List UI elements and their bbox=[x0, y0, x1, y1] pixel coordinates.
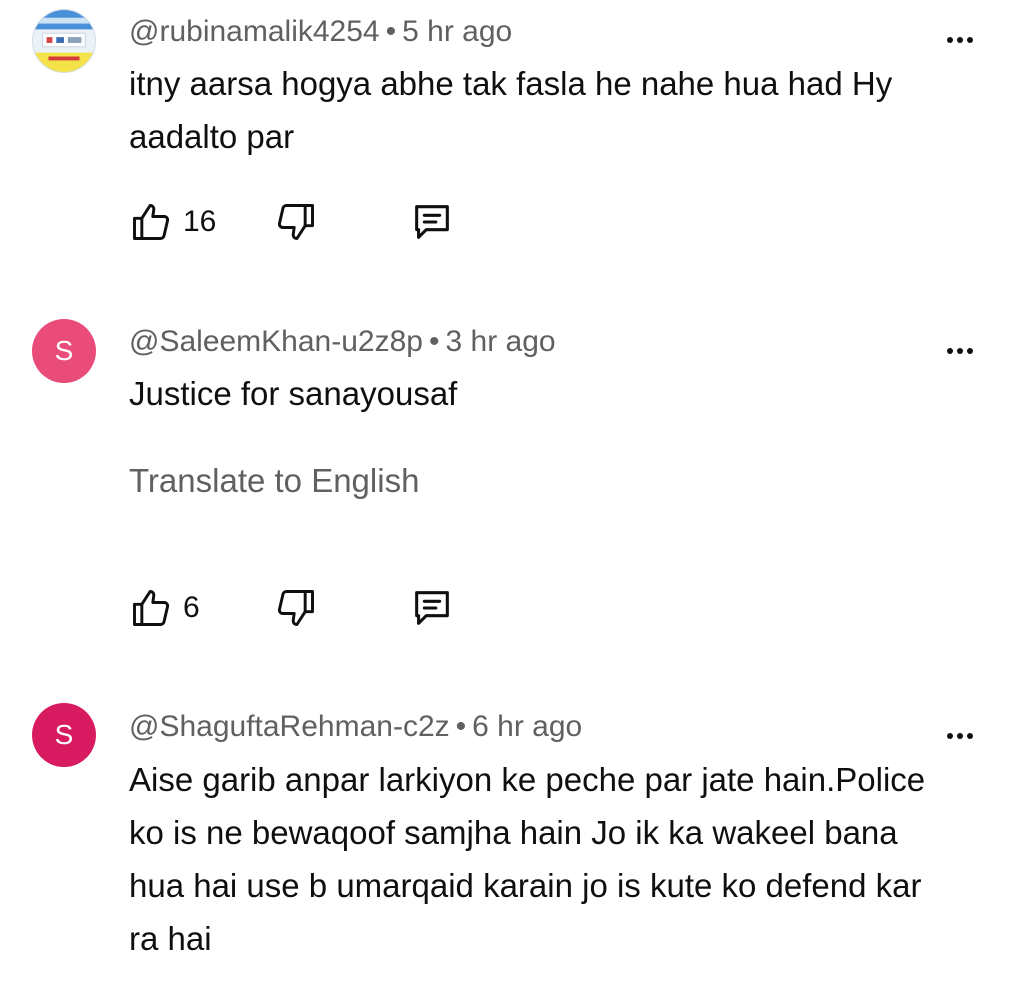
like-count: 6 bbox=[183, 591, 200, 624]
avatar[interactable] bbox=[32, 9, 96, 73]
comment-text: Justice for sanayousaf bbox=[129, 375, 458, 412]
comment-actions: 6 bbox=[129, 584, 489, 632]
reply-comment-icon bbox=[409, 199, 455, 245]
separator-dot: • bbox=[385, 15, 397, 48]
avatar-image bbox=[33, 10, 95, 72]
comment-time[interactable]: 6 hr ago bbox=[472, 710, 582, 743]
thumbs-up-icon bbox=[129, 200, 173, 244]
thumbs-down-icon bbox=[274, 200, 318, 244]
like-button[interactable]: 6 bbox=[129, 584, 200, 632]
dislike-button[interactable] bbox=[274, 198, 318, 246]
dislike-button[interactable] bbox=[274, 584, 318, 632]
comment-item: S @SaleemKhan-u2z8p • 3 hr ago Justice for… bbox=[0, 300, 1024, 680]
thumbs-up-icon bbox=[129, 586, 173, 630]
comment-text: itny aarsa hogya abhe tak fasla he nahe … bbox=[129, 65, 893, 155]
avatar[interactable]: S bbox=[32, 703, 96, 767]
comment-author[interactable]: @ShaguftaRehman-c2z bbox=[129, 710, 450, 743]
reply-button[interactable] bbox=[409, 198, 455, 246]
comment-item: @rubinamalik4254 • 5 hr ago itny aarsa hog… bbox=[0, 0, 1024, 300]
separator-dot: • bbox=[455, 710, 467, 743]
reply-comment-icon bbox=[409, 585, 455, 631]
avatar[interactable]: S bbox=[32, 319, 96, 383]
comment-item: S @ShaguftaRehman-c2z • 6 hr ago Aise gari… bbox=[0, 680, 1024, 982]
reply-button[interactable] bbox=[409, 584, 455, 632]
comment-meta: @rubinamalik4254 • 5 hr ago bbox=[129, 14, 512, 50]
avatar-letter: S bbox=[54, 335, 74, 366]
comment-meta: @ShaguftaRehman-c2z • 6 hr ago bbox=[129, 709, 582, 745]
comment-text: Aise garib anpar larkiyon ke peche par j… bbox=[129, 761, 926, 957]
more-vert-icon[interactable] bbox=[940, 339, 980, 363]
comment-time[interactable]: 5 hr ago bbox=[402, 15, 512, 48]
comment-time[interactable]: 3 hr ago bbox=[445, 325, 555, 358]
more-vert-icon[interactable] bbox=[940, 28, 980, 52]
comment-author[interactable]: @SaleemKhan-u2z8p bbox=[129, 325, 423, 358]
avatar-letter: S bbox=[54, 719, 74, 750]
thumbs-down-icon bbox=[274, 586, 318, 630]
like-button[interactable]: 16 bbox=[129, 198, 216, 246]
more-vert-icon[interactable] bbox=[940, 724, 980, 748]
comment-meta: @SaleemKhan-u2z8p • 3 hr ago bbox=[129, 324, 556, 360]
comment-actions: 16 bbox=[129, 198, 489, 246]
comment-author[interactable]: @rubinamalik4254 bbox=[129, 15, 380, 48]
separator-dot: • bbox=[428, 325, 440, 358]
translate-button[interactable]: Translate to English bbox=[129, 461, 419, 501]
like-count: 16 bbox=[183, 205, 217, 238]
